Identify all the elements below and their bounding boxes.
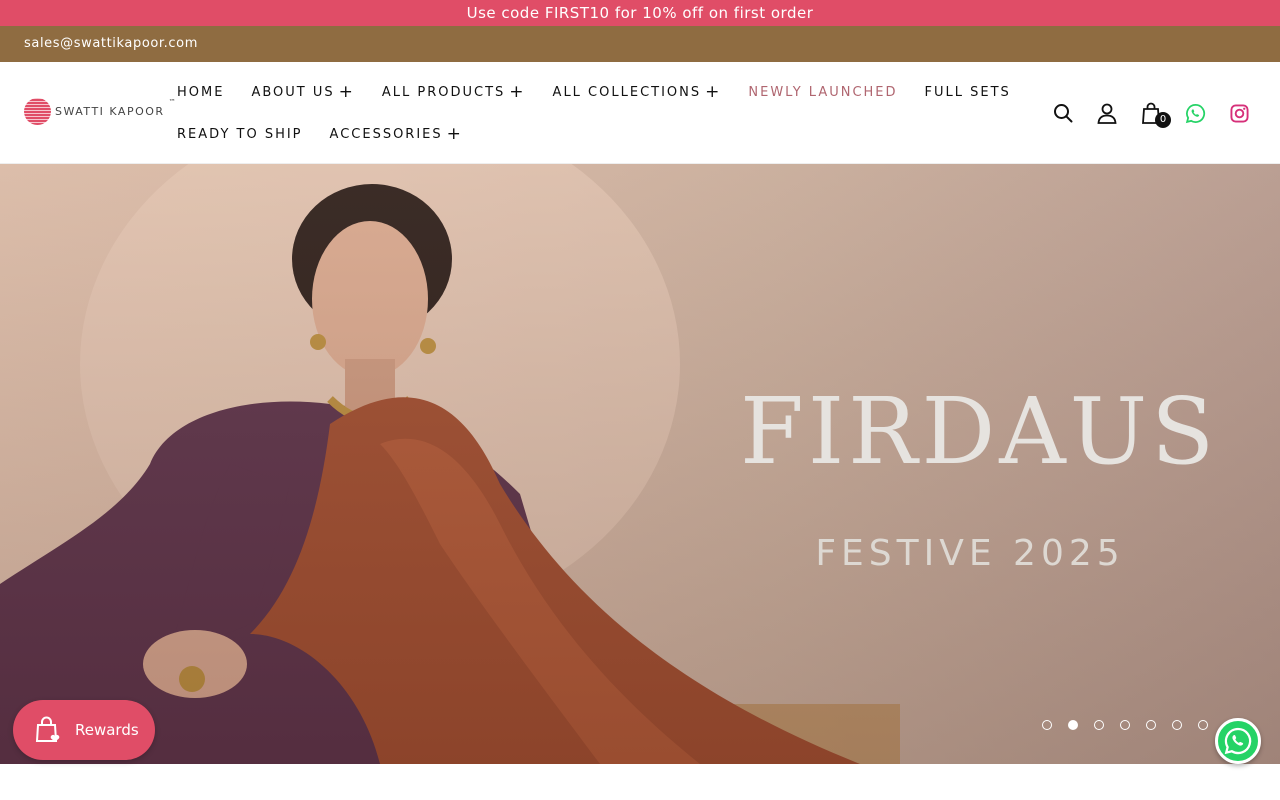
nav-item-label: HOME [177, 85, 225, 100]
nav-item-label: ABOUT US [251, 85, 335, 100]
logo-mark-icon [24, 98, 51, 125]
rewards-label: Rewards [75, 721, 139, 739]
nav-item-ready-to-ship[interactable]: READY TO SHIP [177, 127, 303, 142]
promo-banner: Use code FIRST10 for 10% off on first or… [0, 0, 1280, 26]
nav-item-all-products[interactable]: ALL PRODUCTS + [382, 84, 526, 101]
slide-dot-1[interactable] [1042, 720, 1052, 730]
trademark-symbol: ™ [168, 98, 178, 106]
plus-icon[interactable]: + [705, 84, 721, 101]
rewards-button[interactable]: Rewards [13, 700, 155, 760]
plus-icon[interactable]: + [509, 84, 525, 101]
nav-item-label: FULL SETS [924, 85, 1011, 100]
site-header: SWATTI KAPOOR ™ HOME ABOUT US + ALL PRODUCT… [0, 62, 1280, 164]
slide-dot-7[interactable] [1198, 720, 1208, 730]
hero-title: FIRDAUS [740, 378, 1219, 485]
whatsapp-chat-button[interactable] [1215, 718, 1261, 764]
main-navigation: HOME ABOUT US + ALL PRODUCTS + ALL COLLECTION… [177, 82, 1027, 166]
hero-subtitle: FESTIVE 2025 [815, 533, 1125, 574]
plus-icon[interactable]: + [447, 126, 463, 143]
whatsapp-icon[interactable] [1184, 102, 1206, 124]
slide-dot-2[interactable] [1068, 720, 1078, 730]
header-icons: 0 [1052, 62, 1250, 164]
nav-item-label: ALL PRODUCTS [381, 85, 506, 100]
nav-row-secondary: READY TO SHIP ACCESSORIES + [177, 124, 1027, 145]
nav-item-full-sets[interactable]: FULL SETS [925, 85, 1011, 100]
user-icon[interactable] [1096, 102, 1118, 124]
rewards-bag-icon [35, 716, 60, 742]
instagram-icon[interactable] [1228, 102, 1250, 124]
whatsapp-float-icon [1224, 727, 1252, 755]
slide-dot-5[interactable] [1146, 720, 1156, 730]
plus-icon[interactable]: + [339, 84, 355, 101]
nav-item-label: ALL COLLECTIONS [552, 85, 702, 100]
slide-dot-6[interactable] [1172, 720, 1182, 730]
search-icon[interactable] [1052, 102, 1074, 124]
nav-item-accessories[interactable]: ACCESSORIES + [330, 126, 463, 143]
hero-banner[interactable]: FIRDAUS FESTIVE 2025 [0, 164, 1280, 764]
nav-item-about-us[interactable]: ABOUT US + [251, 84, 354, 101]
nav-item-label: ACCESSORIES [329, 127, 443, 142]
nav-item-label: READY TO SHIP [177, 127, 303, 142]
bag-icon[interactable]: 0 [1140, 102, 1171, 128]
slide-dot-4[interactable] [1120, 720, 1130, 730]
slide-dot-3[interactable] [1094, 720, 1104, 730]
nav-item-home[interactable]: HOME [177, 85, 224, 100]
slider-pagination [1042, 720, 1208, 730]
nav-item-newly-launched[interactable]: NEWLY LAUNCHED [748, 85, 897, 100]
brand-logo[interactable]: SWATTI KAPOOR ™ [24, 98, 177, 125]
cart-count-badge: 0 [1155, 112, 1171, 128]
nav-item-label: NEWLY LAUNCHED [748, 85, 898, 100]
nav-row-primary: HOME ABOUT US + ALL PRODUCTS + ALL COLLECTION… [177, 82, 1027, 103]
brand-name: SWATTI KAPOOR [55, 105, 165, 118]
nav-item-all-collections[interactable]: ALL COLLECTIONS + [553, 84, 722, 101]
contact-email[interactable]: sales@swattikapoor.com [0, 26, 1280, 62]
